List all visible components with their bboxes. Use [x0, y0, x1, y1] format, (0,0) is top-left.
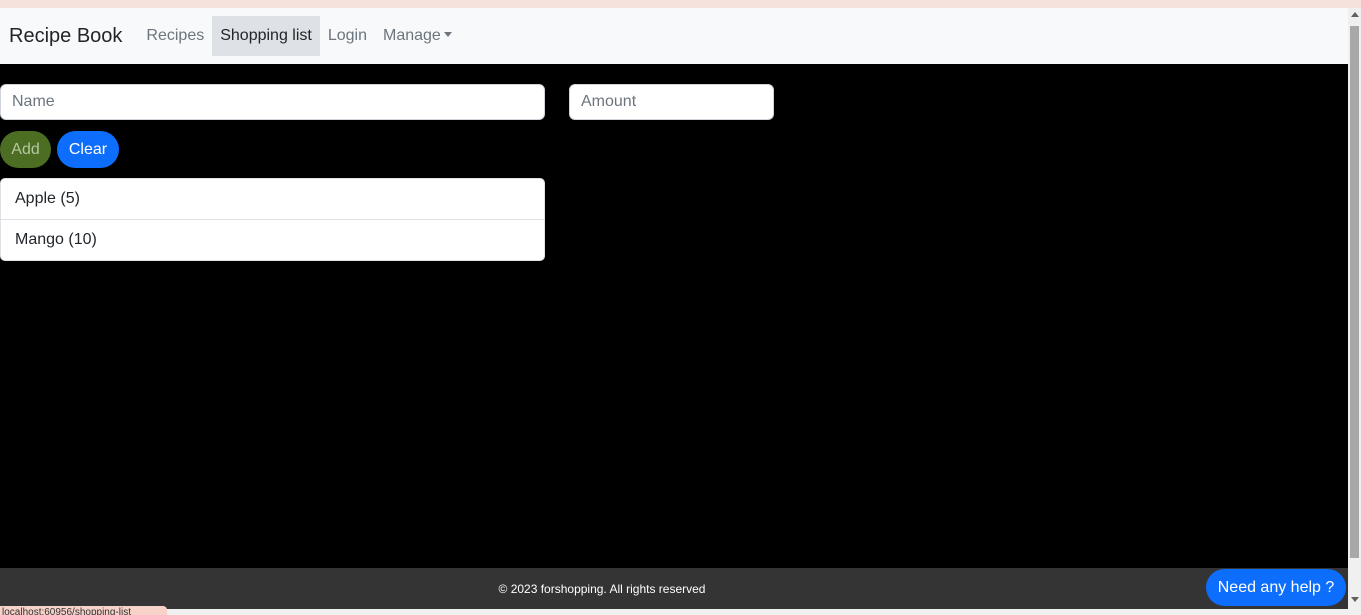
clear-button[interactable]: Clear — [57, 131, 119, 168]
brand-title[interactable]: Recipe Book — [9, 25, 122, 48]
list-item[interactable]: Apple (5) — [1, 179, 544, 220]
footer: © 2023 forshopping. All rights reserved — [0, 568, 1348, 609]
navbar: Recipe Book Recipes Shopping list Login … — [0, 8, 1348, 64]
list-item[interactable]: Mango (10) — [1, 220, 544, 260]
chevron-down-icon — [443, 32, 452, 37]
nav-item-login[interactable]: Login — [320, 16, 375, 56]
nav-item-manage-dropdown[interactable]: Manage — [375, 16, 460, 56]
shopping-list: Apple (5) Mango (10) — [0, 178, 545, 261]
scroll-down-arrow-icon[interactable] — [1351, 597, 1359, 602]
scrollbar-thumb[interactable] — [1350, 26, 1359, 558]
scroll-up-arrow-icon[interactable] — [1351, 12, 1359, 17]
nav-item-manage-label: Manage — [383, 27, 441, 44]
browser-bottom-strip — [0, 609, 1361, 615]
nav-item-recipes[interactable]: Recipes — [138, 16, 212, 56]
footer-copyright: © 2023 forshopping. All rights reserved — [498, 582, 706, 596]
help-button[interactable]: Need any help ? — [1206, 569, 1346, 606]
add-button[interactable]: Add — [0, 131, 51, 168]
name-input[interactable] — [0, 84, 545, 120]
page-scrollbar[interactable] — [1348, 8, 1361, 610]
nav-item-shopping-list[interactable]: Shopping list — [212, 16, 320, 56]
amount-input[interactable] — [569, 84, 774, 120]
browser-top-strip — [0, 0, 1361, 8]
status-bar-url: localhost:60956/shopping-list — [0, 606, 167, 615]
